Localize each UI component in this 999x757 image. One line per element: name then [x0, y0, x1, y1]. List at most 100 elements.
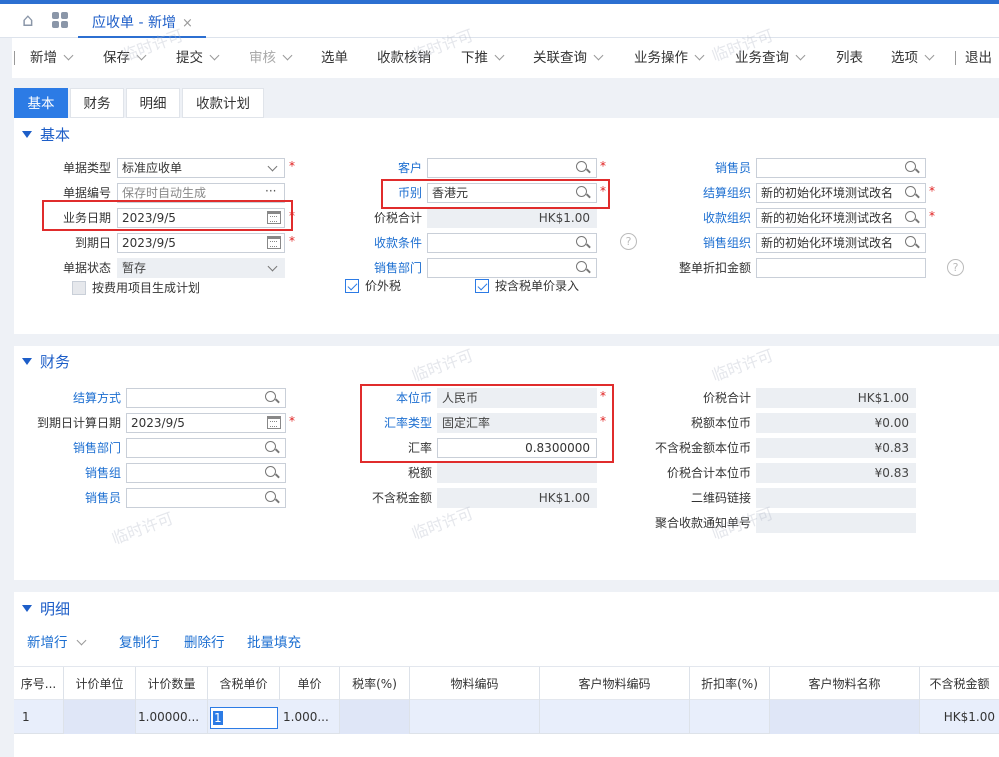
due-date-label: 到期日	[74, 236, 111, 250]
cell-unit-price[interactable]: 1.000...	[280, 700, 340, 734]
col-price-unit[interactable]: 计价单位	[64, 667, 136, 701]
push-down-button[interactable]: 下推	[461, 48, 505, 68]
search-icon[interactable]	[576, 236, 590, 250]
col-unit-price[interactable]: 单价	[280, 667, 340, 701]
due-calc-date-label: 到期日计算日期	[36, 416, 121, 430]
tab-receipt-plan[interactable]: 收款计划	[182, 88, 264, 118]
table-row[interactable]: 1 1.00000... 1 1.000... HK$1.00	[14, 700, 999, 734]
select-bill-button[interactable]: 选单	[321, 48, 348, 68]
tax-price-entry-checkbox[interactable]	[475, 279, 489, 293]
audit-button[interactable]: 审核	[249, 48, 293, 68]
sales-org-input[interactable]: 新的初始化环境测试改名	[756, 233, 926, 253]
price-excl-tax-checkbox[interactable]	[345, 279, 359, 293]
help-icon[interactable]: ?	[947, 259, 964, 276]
tab-detail[interactable]: 明细	[126, 88, 180, 118]
cell-material-code[interactable]	[410, 700, 540, 734]
cell-price-unit[interactable]	[64, 700, 136, 734]
chevron-down-icon	[76, 635, 86, 646]
settle-org-input[interactable]: 新的初始化环境测试改名	[756, 183, 926, 203]
search-icon[interactable]	[576, 161, 590, 175]
search-icon[interactable]	[265, 391, 279, 405]
delete-row-button[interactable]: 删除行	[184, 633, 225, 653]
col-seq[interactable]: 序号...	[14, 667, 64, 701]
more-icon[interactable]: ···	[265, 184, 276, 198]
search-icon[interactable]	[905, 161, 919, 175]
home-icon[interactable]: ⌂	[22, 12, 42, 30]
tab-basic[interactable]: 基本	[14, 88, 68, 118]
col-customer-material-name[interactable]: 客户物料名称	[770, 667, 920, 701]
cell-customer-material-code[interactable]	[540, 700, 690, 734]
search-icon[interactable]	[265, 491, 279, 505]
options-button[interactable]: 选项	[891, 48, 935, 68]
calendar-icon[interactable]	[267, 416, 281, 429]
whole-discount-input[interactable]	[756, 258, 926, 278]
salesman-input[interactable]	[756, 158, 926, 178]
detail-section-header[interactable]: 明细	[22, 599, 70, 619]
related-query-button[interactable]: 关联查询	[533, 48, 604, 68]
bill-type-select[interactable]: 标准应收单	[117, 158, 285, 178]
customer-label[interactable]: 客户	[314, 158, 422, 178]
chevron-down-icon	[924, 50, 935, 61]
settle-org-label[interactable]: 结算组织	[634, 183, 751, 203]
search-icon[interactable]	[905, 236, 919, 250]
new-button[interactable]: 新增	[30, 48, 74, 68]
tab-receivable-new[interactable]: 应收单 - 新增 ×	[78, 8, 206, 38]
due-date-input[interactable]: 2023/9/5	[117, 233, 285, 253]
col-tax-rate[interactable]: 税率(%)	[340, 667, 410, 701]
fin-salesman-label[interactable]: 销售员	[14, 488, 121, 508]
col-tax-price[interactable]: 含税单价	[208, 667, 280, 701]
fin-sales-dept-input[interactable]	[126, 438, 286, 458]
search-icon[interactable]	[905, 211, 919, 225]
add-row-button[interactable]: 新增行	[27, 633, 86, 653]
app-grid-icon[interactable]	[52, 12, 70, 30]
due-calc-date-input[interactable]: 2023/9/5	[126, 413, 286, 433]
cell-customer-material-name[interactable]	[770, 700, 920, 734]
search-icon[interactable]	[265, 466, 279, 480]
receive-org-label[interactable]: 收款组织	[634, 208, 751, 228]
col-material-code[interactable]: 物料编码	[410, 667, 540, 701]
submit-button[interactable]: 提交	[176, 48, 220, 68]
business-operation-button[interactable]: 业务操作	[634, 48, 705, 68]
fin-sales-dept-label[interactable]: 销售部门	[14, 438, 121, 458]
settle-method-label[interactable]: 结算方式	[14, 388, 121, 408]
sales-dept-label[interactable]: 销售部门	[314, 258, 422, 278]
sales-group-input[interactable]	[126, 463, 286, 483]
copy-row-button[interactable]: 复制行	[119, 633, 160, 653]
settle-method-input[interactable]	[126, 388, 286, 408]
customer-input[interactable]	[427, 158, 597, 178]
cell-tax-rate[interactable]	[340, 700, 410, 734]
search-icon[interactable]	[905, 186, 919, 200]
col-discount-rate[interactable]: 折扣率(%)	[690, 667, 770, 701]
tab-finance[interactable]: 财务	[70, 88, 124, 118]
gen-plan-label: 按费用项目生成计划	[92, 281, 201, 295]
fin-salesman-input[interactable]	[126, 488, 286, 508]
pay-terms-label[interactable]: 收款条件	[314, 233, 422, 253]
batch-fill-button[interactable]: 批量填充	[247, 633, 301, 653]
exit-button[interactable]: 退出	[965, 48, 992, 68]
sales-org-label[interactable]: 销售组织	[634, 233, 751, 253]
search-icon[interactable]	[576, 261, 590, 275]
search-icon[interactable]	[265, 441, 279, 455]
cell-discount-rate[interactable]	[690, 700, 770, 734]
col-price-qty[interactable]: 计价数量	[136, 667, 208, 701]
sales-group-label[interactable]: 销售组	[14, 463, 121, 483]
finance-section-header[interactable]: 财务	[22, 352, 70, 372]
sales-dept-input[interactable]	[427, 258, 597, 278]
calendar-icon[interactable]	[267, 236, 281, 249]
receipt-writeoff-button[interactable]: 收款核销	[377, 48, 431, 68]
list-button[interactable]: 列表	[836, 48, 863, 68]
basic-section: 基本 单据类型 标准应收单 * 单据编号 保存时自动生成 ··· 业务日期 20…	[14, 118, 999, 334]
gen-plan-checkbox[interactable]	[72, 281, 86, 295]
pay-terms-input[interactable]	[427, 233, 597, 253]
tax-price-editor[interactable]: 1	[210, 707, 278, 729]
save-button[interactable]: 保存	[103, 48, 147, 68]
close-icon[interactable]: ×	[182, 16, 193, 31]
salesman-label[interactable]: 销售员	[634, 158, 751, 178]
col-amount-excl-tax[interactable]: 不含税金额	[920, 667, 999, 701]
col-customer-material-code[interactable]: 客户物料编码	[540, 667, 690, 701]
receive-org-input[interactable]: 新的初始化环境测试改名	[756, 208, 926, 228]
cell-price-qty[interactable]: 1.00000...	[136, 700, 208, 734]
toolbar: 新增 保存 提交 审核 选单 收款核销 下推 关联查询 业务操作 业务查询 列表…	[12, 38, 999, 78]
basic-section-header[interactable]: 基本	[22, 125, 70, 145]
business-query-button[interactable]: 业务查询	[735, 48, 806, 68]
